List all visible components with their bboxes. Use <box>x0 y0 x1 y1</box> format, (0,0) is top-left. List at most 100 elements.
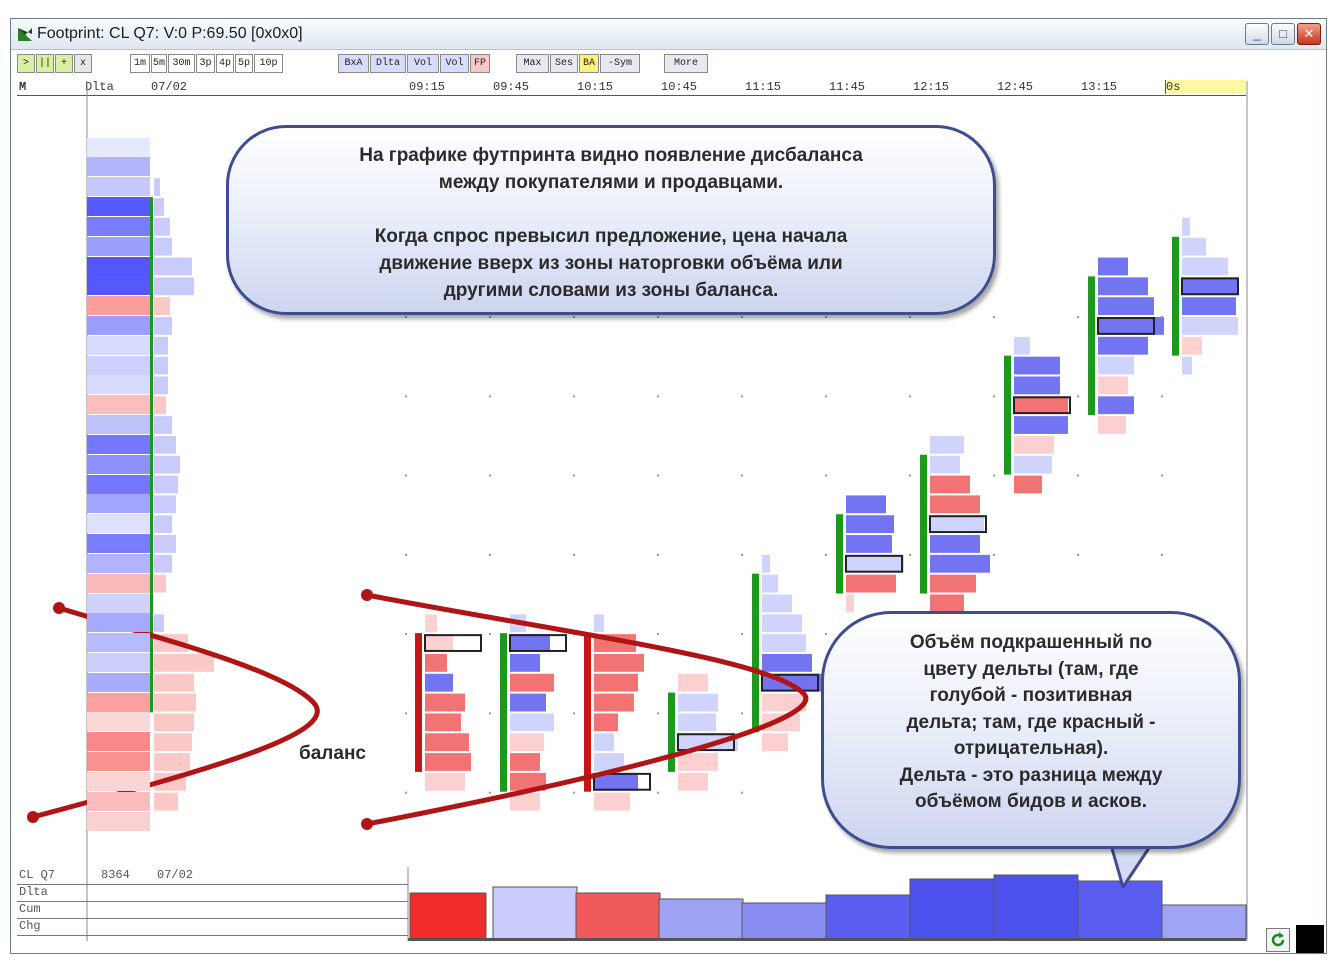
grid-dot <box>657 633 659 636</box>
footprint-bar <box>1098 257 1128 276</box>
window-title: Footprint: CL Q7: V:0 P:69.50 [0x0x0] <box>37 25 303 42</box>
title-bar[interactable]: Footprint: CL Q7: V:0 P:69.50 [0x0x0] _ … <box>11 19 1326 50</box>
grid-dot <box>825 553 827 556</box>
delta-cell <box>87 494 150 514</box>
toolbar-button--0[interactable]: > <box>17 54 35 73</box>
footprint-bar <box>846 495 886 514</box>
toolbar-button-ba-18[interactable]: BA <box>579 54 599 73</box>
summary-row: Chg <box>17 918 408 936</box>
refresh-button[interactable] <box>1266 928 1290 952</box>
footprint-bar <box>510 753 540 771</box>
grid-dot <box>405 474 407 477</box>
annotation-top: На графике футпринта видно появление дис… <box>226 125 996 315</box>
profile-bar <box>154 297 170 316</box>
grid-dot <box>489 791 491 794</box>
grid-dot <box>741 474 743 477</box>
profile-bar <box>154 198 164 216</box>
header-time-5: 11:45 <box>829 80 866 94</box>
delta-cell <box>87 771 150 791</box>
app-icon <box>18 28 32 41</box>
toolbar-button-4p-8[interactable]: 4p <box>216 54 234 73</box>
footprint-bar <box>1098 396 1134 415</box>
footprint-bar <box>1014 396 1068 415</box>
delta-cell <box>87 276 150 296</box>
poc-box <box>1181 277 1239 296</box>
delta-cell <box>87 752 150 772</box>
delta-cell <box>87 613 150 633</box>
footprint-bar <box>1182 217 1190 236</box>
footprint-bar <box>1014 356 1060 375</box>
toolbar-button-5p-9[interactable]: 5p <box>235 54 253 73</box>
footprint-bar <box>762 594 792 613</box>
toolbar-button-fp-15[interactable]: FP <box>470 54 490 73</box>
toolbar-button-1m-4[interactable]: 1m <box>130 54 150 73</box>
toolbar-button-x-3[interactable]: x <box>74 54 92 73</box>
toolbar-button-vol-13[interactable]: Vol <box>407 54 439 73</box>
header-study: Dlta <box>85 80 114 94</box>
grid-dot <box>909 395 911 398</box>
footprint-marker <box>584 633 591 792</box>
summary-row-label: Cum <box>19 902 41 916</box>
summary-row-label: Chg <box>19 919 41 933</box>
summary-panel: CL Q7 8364 07/02 Dlta Cum Chg <box>17 867 408 939</box>
footprint-bar <box>425 713 461 732</box>
footprint-bar <box>425 693 465 712</box>
profile-bar <box>154 396 166 415</box>
minimize-button[interactable]: _ <box>1245 23 1269 45</box>
grid-dot <box>405 395 407 398</box>
grid-dot <box>573 791 575 794</box>
grid-dot <box>1161 553 1163 556</box>
toolbar-button-30m-6[interactable]: 30m <box>168 54 195 73</box>
footprint-bar <box>425 673 453 692</box>
profile-bar <box>154 614 164 633</box>
time-header: M Dlta 07/02 09:15 09:45 10:15 10:45 11:15 11:45… <box>17 80 1246 96</box>
toolbar-button-sym-19[interactable]: -Sym <box>600 54 640 73</box>
toolbar-button--2[interactable]: + <box>55 54 73 73</box>
footprint-bar <box>846 515 894 534</box>
delta-cell <box>87 216 150 236</box>
grid-dot <box>993 316 995 319</box>
footprint-bar <box>762 574 778 593</box>
toolbar-button-3p-7[interactable]: 3p <box>196 54 215 73</box>
toolbar-button-ses-17[interactable]: Ses <box>550 54 578 73</box>
grid-dot <box>405 633 407 636</box>
toolbar-button-bxa-11[interactable]: BxA <box>338 54 369 73</box>
grid-dot <box>489 633 491 636</box>
footprint-marker <box>415 633 422 772</box>
close-button[interactable]: ✕ <box>1297 23 1321 45</box>
toolbar-button-5m-5[interactable]: 5m <box>151 54 167 73</box>
footprint-bar <box>762 634 806 652</box>
profile-bar <box>154 792 178 811</box>
poc-box <box>761 673 819 692</box>
footprint-bar <box>678 693 718 712</box>
footprint-bar <box>425 634 453 652</box>
grid-dot <box>825 633 827 636</box>
delta-cell <box>87 712 150 732</box>
summary-row-label: CL Q7 <box>19 868 56 882</box>
footprint-bar <box>425 753 471 771</box>
profile-bar <box>154 713 194 732</box>
toolbar-button--1[interactable]: || <box>36 54 54 73</box>
footprint-bar <box>762 653 812 672</box>
footprint-bar <box>1098 416 1126 434</box>
color-swatch[interactable] <box>1296 925 1324 953</box>
grid-dot <box>741 633 743 636</box>
toolbar-button-vol-14[interactable]: Vol <box>440 54 469 73</box>
toolbar-button-max-16[interactable]: Max <box>516 54 549 73</box>
grid-dot <box>573 474 575 477</box>
toolbar-button-10p-10[interactable]: 10p <box>254 54 283 73</box>
profile-bar <box>154 217 170 236</box>
grid-dot <box>489 474 491 477</box>
grid-dot <box>657 791 659 794</box>
grid-dot <box>1161 474 1163 477</box>
toolbar-button-more-20[interactable]: More <box>664 54 708 73</box>
profile-bar <box>154 673 194 692</box>
maximize-button[interactable]: □ <box>1271 23 1295 45</box>
delta-cell <box>87 197 150 217</box>
poc-box <box>509 634 567 652</box>
toolbar-button-dlta-12[interactable]: Dlta <box>370 54 406 73</box>
header-date: 07/02 <box>151 80 188 94</box>
grid-dot <box>573 633 575 636</box>
grid-dot <box>909 553 911 556</box>
grid-dot <box>909 316 911 319</box>
